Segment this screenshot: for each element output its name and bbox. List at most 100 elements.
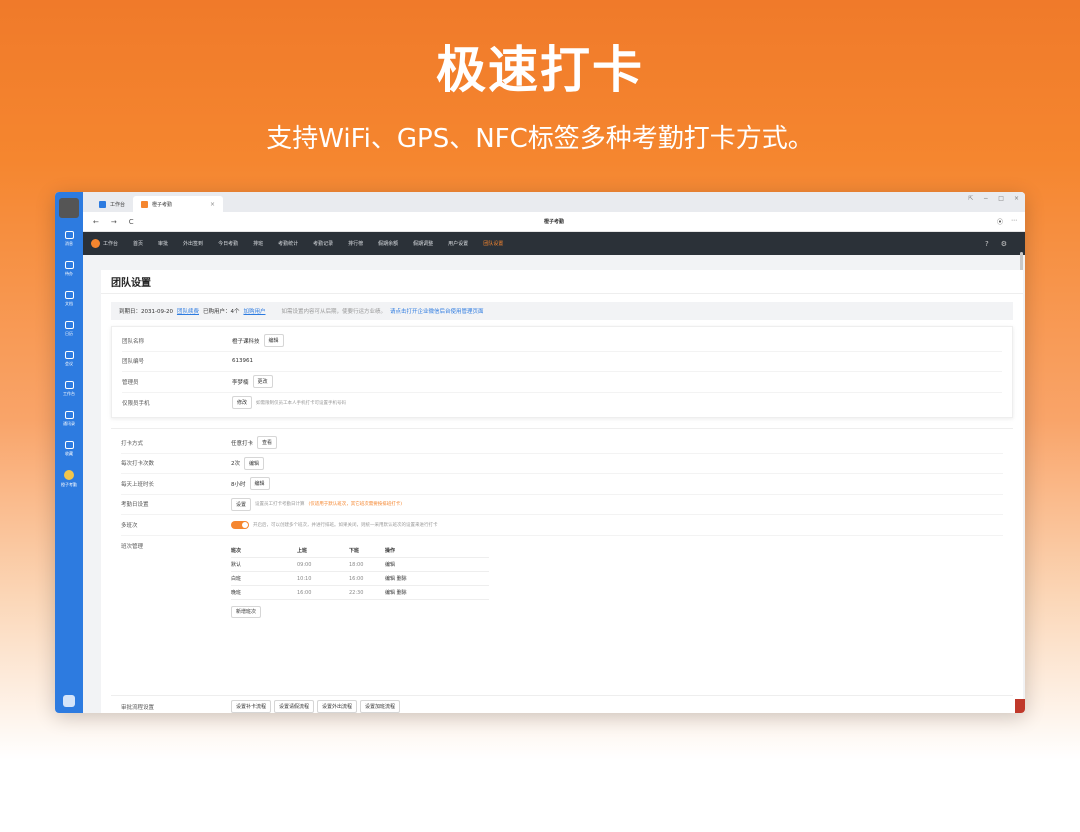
- renew-link[interactable]: 团队续费: [177, 307, 199, 315]
- shift-actions[interactable]: 编辑: [385, 561, 485, 568]
- multi-shift-toggle[interactable]: [231, 520, 249, 529]
- grid-icon: [99, 200, 106, 208]
- sidebar-item-label: 橙子考勤: [61, 482, 77, 487]
- nav-item-leave-adjust[interactable]: 假期调整: [413, 240, 433, 247]
- admin-tip-link[interactable]: 请点击打开企业微信后台使用管理页面: [390, 307, 484, 315]
- tab-workbench[interactable]: 工作台: [91, 196, 133, 212]
- nav-item-home[interactable]: 首页: [133, 240, 143, 247]
- nav-brand[interactable]: 工作台: [103, 240, 118, 247]
- edit-team-name-button[interactable]: 编辑: [263, 334, 284, 348]
- multi-shift-hint: 开启后，可以创建多个班次，并进行排班。如果关闭，则统一采用默认班次的设置来进行打…: [253, 522, 438, 528]
- sidebar-item-workbench[interactable]: 工作台: [55, 374, 83, 404]
- sidebar-item-label: 待办: [65, 271, 73, 276]
- info-note: 如需设置内容可从后期，使要行运方业绩。: [281, 309, 387, 315]
- shift-actions[interactable]: 编辑 删除: [385, 575, 485, 582]
- shift-start: 16:00: [297, 589, 312, 596]
- sidebar-item-doc[interactable]: 文档: [55, 284, 83, 314]
- sidebar-item-contacts[interactable]: 通讯录: [55, 404, 83, 434]
- avatar[interactable]: [59, 198, 79, 218]
- window-controls: ⇱ − □ ×: [968, 195, 1019, 202]
- sidebar-item-label: 工作台: [63, 391, 75, 396]
- work-hours-row: 每天上班时长 8小时 编辑: [121, 474, 1003, 495]
- view-punch-method-button[interactable]: 查看: [257, 436, 278, 450]
- orange-app-icon: [64, 470, 74, 480]
- sidebar-item-label: 收藏: [65, 451, 73, 456]
- browser-tabbar: 工作台 橙子考勤 × ⇱ − □ ×: [83, 192, 1025, 212]
- tab-label: 橙子考勤: [152, 201, 173, 208]
- settings-icon[interactable]: [63, 695, 75, 707]
- address-bar: ← → C 橙子考勤 ⦿ ⋯: [83, 212, 1025, 232]
- feedback-icon[interactable]: [1015, 699, 1025, 713]
- punch-count: 2次: [231, 461, 240, 468]
- set-makeup-flow-button[interactable]: 设置补卡流程: [231, 700, 272, 713]
- nav-item-schedule[interactable]: 排班: [253, 240, 263, 247]
- change-admin-button[interactable]: 更改: [252, 375, 273, 389]
- nav-item-records[interactable]: 考勤记录: [313, 240, 333, 247]
- close-window-icon[interactable]: ×: [1014, 195, 1019, 202]
- team-id-row: 团队编号 613961: [122, 352, 1002, 372]
- favorite-icon: [64, 441, 74, 449]
- row-label: 管理员: [122, 379, 139, 386]
- add-users-link[interactable]: 加购用户: [243, 307, 265, 315]
- sidebar-item-meeting[interactable]: 会议: [55, 344, 83, 374]
- gear-icon[interactable]: ⚙: [1001, 240, 1007, 248]
- maximize-icon[interactable]: □: [998, 195, 1004, 202]
- sidebar-item-label: 消息: [65, 241, 73, 246]
- nav-item-leave-balance[interactable]: 假期余额: [378, 240, 398, 247]
- nav-item-checkin-out[interactable]: 外出签到: [183, 240, 203, 247]
- shift-name: 默认: [231, 562, 242, 568]
- shift-end: 18:00: [349, 561, 364, 568]
- modify-phone-button[interactable]: 修改: [232, 396, 253, 410]
- nav-item-team-settings[interactable]: 团队设置: [483, 240, 503, 247]
- top-nav: 工作台 首页 审批 外出签到 今日考勤 排班 考勤统计 考勤记录 排行榜 假期余…: [83, 232, 1025, 255]
- workbench-icon: [64, 381, 74, 389]
- close-icon[interactable]: ×: [210, 201, 215, 208]
- info-bar: 到期日：2031-09-20 团队续费 已购用户：4个 加购用户 如需设置内容可…: [111, 302, 1013, 320]
- set-outing-flow-button[interactable]: 设置外出流程: [317, 700, 358, 713]
- sidebar-item-message[interactable]: 消息: [55, 224, 83, 254]
- todo-icon: [64, 261, 74, 269]
- sidebar-item-todo[interactable]: 待办: [55, 254, 83, 284]
- approval-flow-row: 审批流程设置 设置补卡流程 设置请假流程 设置外出流程 设置加班流程: [111, 695, 1013, 713]
- row-label: 每次打卡次数: [121, 461, 155, 468]
- app-icon: [141, 200, 149, 208]
- multi-shift-row: 多班次 开启后，可以创建多个班次，并进行排班。如果关闭，则统一采用默认班次的设置…: [121, 515, 1003, 536]
- punch-method: 任意打卡: [231, 440, 254, 447]
- add-shift-button[interactable]: 新增班次: [231, 606, 262, 618]
- sidebar-item-calendar[interactable]: 日历: [55, 314, 83, 344]
- content-panel: 团队设置 到期日：2031-09-20 团队续费 已购用户：4个 加购用户 如需…: [101, 270, 1023, 713]
- nav-item-stats[interactable]: 考勤统计: [278, 240, 298, 247]
- logo-icon: [91, 239, 100, 248]
- nav-item-today[interactable]: 今日考勤: [218, 240, 238, 247]
- nav-item-ranking[interactable]: 排行榜: [348, 240, 363, 247]
- shift-name: 白班: [231, 576, 242, 582]
- popout-icon[interactable]: ⇱: [968, 195, 973, 202]
- left-sidebar: 消息 待办 文档 日历 会议 工作台 通讯录 收藏 橙子考勤: [55, 192, 83, 713]
- paid-users: 已购用户：4个: [202, 309, 240, 315]
- target-icon[interactable]: ⦿: [997, 217, 1003, 226]
- meeting-icon: [64, 351, 74, 359]
- page-address-title: 橙子考勤: [543, 219, 564, 225]
- set-overtime-flow-button[interactable]: 设置加班流程: [360, 700, 401, 713]
- work-hours: 8小时: [231, 481, 246, 488]
- table-row: 白班 10:10 16:00 编辑 删除: [231, 572, 489, 586]
- edit-work-hours-button[interactable]: 编辑: [249, 477, 270, 491]
- sidebar-item-orange-app[interactable]: 橙子考勤: [55, 464, 83, 494]
- page-title: 团队设置: [101, 270, 1023, 294]
- nav-item-approval[interactable]: 审批: [158, 240, 168, 247]
- tab-orange-attendance[interactable]: 橙子考勤 ×: [133, 196, 224, 212]
- edit-punch-count-button[interactable]: 编辑: [244, 456, 265, 470]
- set-attendance-day-button[interactable]: 设置: [231, 497, 252, 511]
- nav-item-user-settings[interactable]: 用户设置: [448, 240, 468, 247]
- shift-table: 班次 上班 下班 操作 默认 09:00 18:00 编辑 白班 10:10 1…: [231, 544, 489, 618]
- minimize-icon[interactable]: −: [983, 195, 988, 202]
- set-leave-flow-button[interactable]: 设置请假流程: [274, 700, 315, 713]
- more-icon[interactable]: ⋯: [1011, 217, 1017, 226]
- doc-icon: [64, 291, 74, 299]
- help-icon[interactable]: ?: [985, 240, 989, 248]
- row-label: 团队名称: [122, 338, 145, 345]
- row-label: 仅限员手机: [122, 400, 150, 407]
- shift-actions[interactable]: 编辑 删除: [385, 589, 485, 596]
- sidebar-item-favorite[interactable]: 收藏: [55, 434, 83, 464]
- attendance-day-note: (仅适用于默认班次，其它班次需要按排班打卡): [308, 502, 403, 508]
